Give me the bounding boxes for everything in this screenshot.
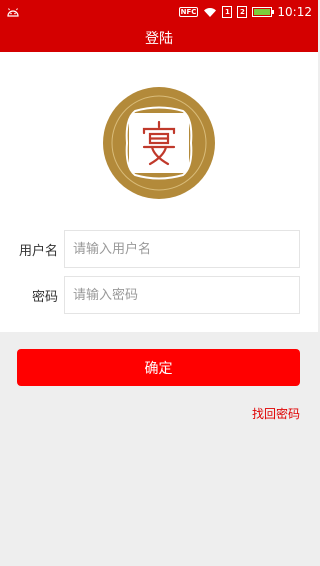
android-debug-icon <box>6 7 20 17</box>
confirm-button[interactable]: 确定 <box>17 349 300 386</box>
battery-icon <box>252 7 275 17</box>
forgot-password-link[interactable]: 找回密码 <box>252 405 300 422</box>
clock: 10:12 <box>277 5 312 19</box>
sim1-icon: 1 <box>222 6 233 18</box>
username-input[interactable] <box>64 230 300 268</box>
status-bar: NFC 1 2 10:12 <box>0 0 318 24</box>
password-label: 密码 <box>31 289 58 305</box>
status-left <box>6 7 20 17</box>
page-title: 登陆 <box>145 31 173 47</box>
username-row: 用户名 <box>0 230 318 268</box>
wifi-icon <box>203 7 217 18</box>
logo-emblem-icon <box>103 87 215 199</box>
status-right: NFC 1 2 10:12 <box>178 5 312 19</box>
battery-fill <box>254 9 271 15</box>
nfc-icon: NFC <box>178 7 199 17</box>
app-logo <box>102 86 216 200</box>
title-bar: 登陆 <box>0 24 318 52</box>
password-row: 密码 <box>0 276 318 314</box>
login-form: 用户名 密码 <box>0 52 318 332</box>
password-input[interactable] <box>64 276 300 314</box>
sim2-icon: 2 <box>237 6 248 18</box>
username-label: 用户名 <box>18 243 58 259</box>
